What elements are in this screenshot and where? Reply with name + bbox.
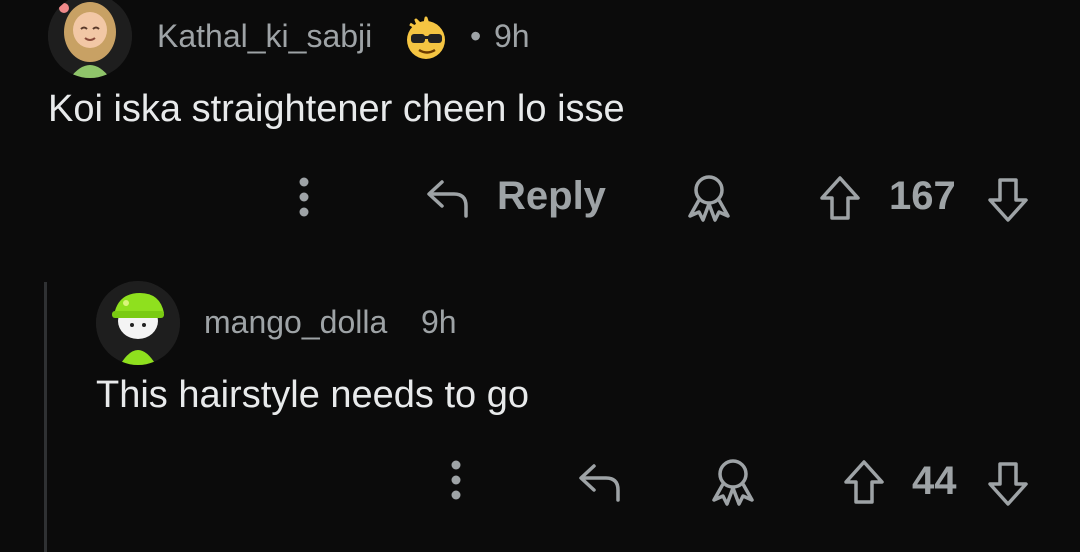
downvote-arrow-icon[interactable] (986, 176, 1030, 224)
comment-body: This hairstyle needs to go (96, 374, 530, 416)
comment-username[interactable]: mango_dolla (204, 304, 387, 341)
downvote-arrow-icon[interactable] (986, 460, 1030, 508)
upvote-arrow-icon[interactable] (842, 458, 886, 506)
avatar[interactable] (96, 281, 180, 365)
comment-username[interactable]: Kathal_ki_sabji (157, 18, 372, 55)
more-vertical-icon[interactable] (292, 176, 316, 220)
comment-body: Koi iska straightener cheen lo isse (48, 88, 625, 130)
vote-score: 167 (889, 174, 956, 218)
comment-timestamp: 9h (494, 18, 530, 54)
upvote-arrow-icon[interactable] (818, 174, 862, 222)
reply-label: Reply (497, 174, 606, 218)
reply-arrow-icon (424, 176, 472, 220)
reply-arrow-icon[interactable] (576, 460, 624, 504)
avatar[interactable] (48, 0, 132, 78)
sunglasses-emoji-icon (402, 14, 454, 62)
award-ribbon-icon[interactable] (684, 172, 734, 224)
comment-timestamp: 9h (421, 304, 457, 340)
time-separator: • (470, 18, 482, 54)
thread-line[interactable] (44, 282, 47, 552)
more-vertical-icon[interactable] (444, 459, 468, 503)
comment-thread: Kathal_ki_sabji • 9h Koi iska straighten… (0, 0, 1080, 552)
award-ribbon-icon[interactable] (708, 456, 758, 508)
vote-score: 44 (912, 459, 957, 503)
